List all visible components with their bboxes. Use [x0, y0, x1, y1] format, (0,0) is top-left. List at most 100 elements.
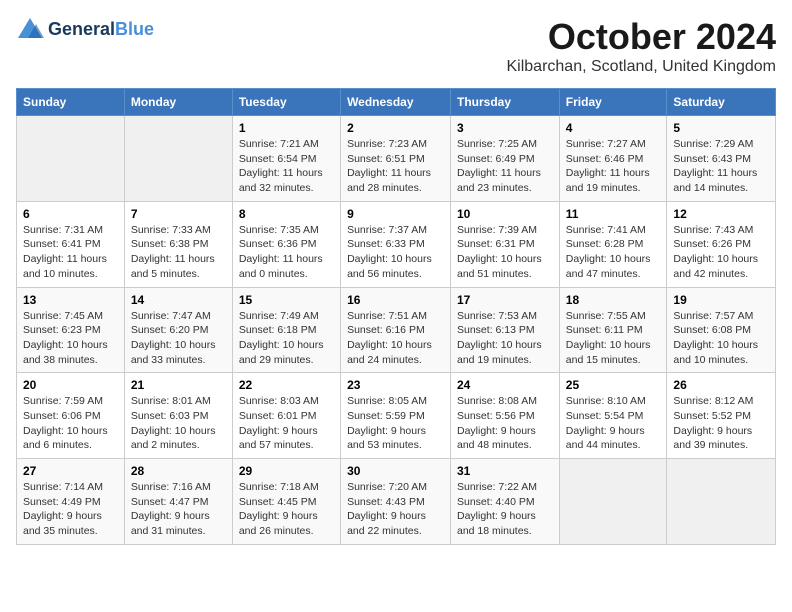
day-number: 22 [239, 378, 334, 392]
day-detail: Sunrise: 7:23 AM Sunset: 6:51 PM Dayligh… [347, 137, 444, 196]
day-number: 16 [347, 293, 444, 307]
title-block: October 2024 Kilbarchan, Scotland, Unite… [507, 16, 777, 76]
day-detail: Sunrise: 7:37 AM Sunset: 6:33 PM Dayligh… [347, 223, 444, 282]
calendar-cell: 5 Sunrise: 7:29 AM Sunset: 6:43 PM Daylig… [667, 116, 776, 202]
header: GeneralBlue October 2024 Kilbarchan, Sco… [16, 16, 776, 76]
calendar-cell: 6Sunrise: 7:31 AM Sunset: 6:41 PM Daylig… [17, 201, 125, 287]
calendar-cell: 11 Sunrise: 7:41 AM Sunset: 6:28 PM Dayli… [559, 201, 667, 287]
calendar-cell: 1 Sunrise: 7:21 AM Sunset: 6:54 PM Daylig… [232, 116, 340, 202]
day-detail: Sunrise: 8:10 AM Sunset: 5:54 PM Dayligh… [566, 394, 661, 453]
calendar-cell: 9 Sunrise: 7:37 AM Sunset: 6:33 PM Daylig… [341, 201, 451, 287]
calendar-cell: 27 Sunrise: 7:14 AM Sunset: 4:49 PM Dayli… [17, 459, 125, 545]
day-detail: Sunrise: 8:12 AM Sunset: 5:52 PM Dayligh… [673, 394, 769, 453]
day-number: 10 [457, 207, 553, 221]
col-header-sunday: Sunday [17, 89, 125, 116]
calendar-cell: 10 Sunrise: 7:39 AM Sunset: 6:31 PM Dayli… [451, 201, 560, 287]
day-detail: Sunrise: 7:39 AM Sunset: 6:31 PM Dayligh… [457, 223, 553, 282]
calendar-cell [667, 459, 776, 545]
calendar-cell: 14Sunrise: 7:47 AM Sunset: 6:20 PM Dayli… [124, 287, 232, 373]
day-number: 8 [239, 207, 334, 221]
day-number: 28 [131, 464, 226, 478]
location-title: Kilbarchan, Scotland, United Kingdom [507, 58, 777, 76]
day-detail: Sunrise: 7:47 AM Sunset: 6:20 PM Dayligh… [131, 309, 226, 368]
day-detail: Sunrise: 8:03 AM Sunset: 6:01 PM Dayligh… [239, 394, 334, 453]
calendar-cell: 4Sunrise: 7:27 AM Sunset: 6:46 PM Daylig… [559, 116, 667, 202]
day-number: 25 [566, 378, 661, 392]
day-number: 5 [673, 121, 769, 135]
day-number: 12 [673, 207, 769, 221]
calendar-cell: 16 Sunrise: 7:51 AM Sunset: 6:16 PM Dayli… [341, 287, 451, 373]
day-number: 3 [457, 121, 553, 135]
day-detail: Sunrise: 7:18 AM Sunset: 4:45 PM Dayligh… [239, 480, 334, 539]
day-detail: Sunrise: 8:08 AM Sunset: 5:56 PM Dayligh… [457, 394, 553, 453]
calendar-cell: 31 Sunrise: 7:22 AM Sunset: 4:40 PM Dayli… [451, 459, 560, 545]
col-header-friday: Friday [559, 89, 667, 116]
calendar-cell [559, 459, 667, 545]
day-number: 21 [131, 378, 226, 392]
day-number: 17 [457, 293, 553, 307]
day-detail: Sunrise: 7:16 AM Sunset: 4:47 PM Dayligh… [131, 480, 226, 539]
calendar-cell: 15Sunrise: 7:49 AM Sunset: 6:18 PM Dayli… [232, 287, 340, 373]
calendar-cell: 25 Sunrise: 8:10 AM Sunset: 5:54 PM Dayli… [559, 373, 667, 459]
calendar-cell: 17 Sunrise: 7:53 AM Sunset: 6:13 PM Dayli… [451, 287, 560, 373]
day-number: 26 [673, 378, 769, 392]
day-detail: Sunrise: 7:35 AM Sunset: 6:36 PM Dayligh… [239, 223, 334, 282]
col-header-wednesday: Wednesday [341, 89, 451, 116]
logo-text: GeneralBlue [48, 20, 154, 40]
day-number: 7 [131, 207, 226, 221]
calendar-cell: 24 Sunrise: 8:08 AM Sunset: 5:56 PM Dayli… [451, 373, 560, 459]
month-title: October 2024 [507, 16, 777, 58]
day-detail: Sunrise: 7:51 AM Sunset: 6:16 PM Dayligh… [347, 309, 444, 368]
calendar-cell: 23 Sunrise: 8:05 AM Sunset: 5:59 PM Dayli… [341, 373, 451, 459]
day-detail: Sunrise: 7:29 AM Sunset: 6:43 PM Dayligh… [673, 137, 769, 196]
day-number: 31 [457, 464, 553, 478]
calendar-cell: 18 Sunrise: 7:55 AM Sunset: 6:11 PM Dayli… [559, 287, 667, 373]
day-number: 19 [673, 293, 769, 307]
calendar-cell: 13Sunrise: 7:45 AM Sunset: 6:23 PM Dayli… [17, 287, 125, 373]
calendar-cell [124, 116, 232, 202]
col-header-thursday: Thursday [451, 89, 560, 116]
calendar-cell: 22 Sunrise: 8:03 AM Sunset: 6:01 PM Dayli… [232, 373, 340, 459]
day-number: 18 [566, 293, 661, 307]
day-number: 24 [457, 378, 553, 392]
day-detail: Sunrise: 7:25 AM Sunset: 6:49 PM Dayligh… [457, 137, 553, 196]
calendar-cell: 2Sunrise: 7:23 AM Sunset: 6:51 PM Daylig… [341, 116, 451, 202]
day-detail: Sunrise: 7:57 AM Sunset: 6:08 PM Dayligh… [673, 309, 769, 368]
calendar-cell: 29 Sunrise: 7:18 AM Sunset: 4:45 PM Dayli… [232, 459, 340, 545]
day-detail: Sunrise: 7:14 AM Sunset: 4:49 PM Dayligh… [23, 480, 118, 539]
day-detail: Sunrise: 7:31 AM Sunset: 6:41 PM Dayligh… [23, 223, 118, 282]
logo: GeneralBlue [16, 16, 154, 44]
day-detail: Sunrise: 7:59 AM Sunset: 6:06 PM Dayligh… [23, 394, 118, 453]
day-detail: Sunrise: 8:05 AM Sunset: 5:59 PM Dayligh… [347, 394, 444, 453]
calendar-cell: 7 Sunrise: 7:33 AM Sunset: 6:38 PM Daylig… [124, 201, 232, 287]
day-detail: Sunrise: 7:21 AM Sunset: 6:54 PM Dayligh… [239, 137, 334, 196]
calendar-cell [17, 116, 125, 202]
day-detail: Sunrise: 7:22 AM Sunset: 4:40 PM Dayligh… [457, 480, 553, 539]
day-detail: Sunrise: 7:49 AM Sunset: 6:18 PM Dayligh… [239, 309, 334, 368]
calendar-cell: 28 Sunrise: 7:16 AM Sunset: 4:47 PM Dayli… [124, 459, 232, 545]
day-detail: Sunrise: 8:01 AM Sunset: 6:03 PM Dayligh… [131, 394, 226, 453]
calendar-cell: 20 Sunrise: 7:59 AM Sunset: 6:06 PM Dayli… [17, 373, 125, 459]
calendar-cell: 21 Sunrise: 8:01 AM Sunset: 6:03 PM Dayli… [124, 373, 232, 459]
day-detail: Sunrise: 7:55 AM Sunset: 6:11 PM Dayligh… [566, 309, 661, 368]
col-header-saturday: Saturday [667, 89, 776, 116]
day-detail: Sunrise: 7:43 AM Sunset: 6:26 PM Dayligh… [673, 223, 769, 282]
day-number: 30 [347, 464, 444, 478]
logo-icon [16, 16, 44, 44]
day-detail: Sunrise: 7:33 AM Sunset: 6:38 PM Dayligh… [131, 223, 226, 282]
day-number: 1 [239, 121, 334, 135]
day-number: 20 [23, 378, 118, 392]
day-number: 11 [566, 207, 661, 221]
col-header-monday: Monday [124, 89, 232, 116]
calendar-cell: 30Sunrise: 7:20 AM Sunset: 4:43 PM Dayli… [341, 459, 451, 545]
day-number: 27 [23, 464, 118, 478]
day-detail: Sunrise: 7:53 AM Sunset: 6:13 PM Dayligh… [457, 309, 553, 368]
calendar-cell: 12 Sunrise: 7:43 AM Sunset: 6:26 PM Dayli… [667, 201, 776, 287]
day-detail: Sunrise: 7:41 AM Sunset: 6:28 PM Dayligh… [566, 223, 661, 282]
calendar-cell: 26 Sunrise: 8:12 AM Sunset: 5:52 PM Dayli… [667, 373, 776, 459]
day-number: 9 [347, 207, 444, 221]
day-detail: Sunrise: 7:27 AM Sunset: 6:46 PM Dayligh… [566, 137, 661, 196]
day-number: 29 [239, 464, 334, 478]
day-detail: Sunrise: 7:45 AM Sunset: 6:23 PM Dayligh… [23, 309, 118, 368]
day-number: 23 [347, 378, 444, 392]
